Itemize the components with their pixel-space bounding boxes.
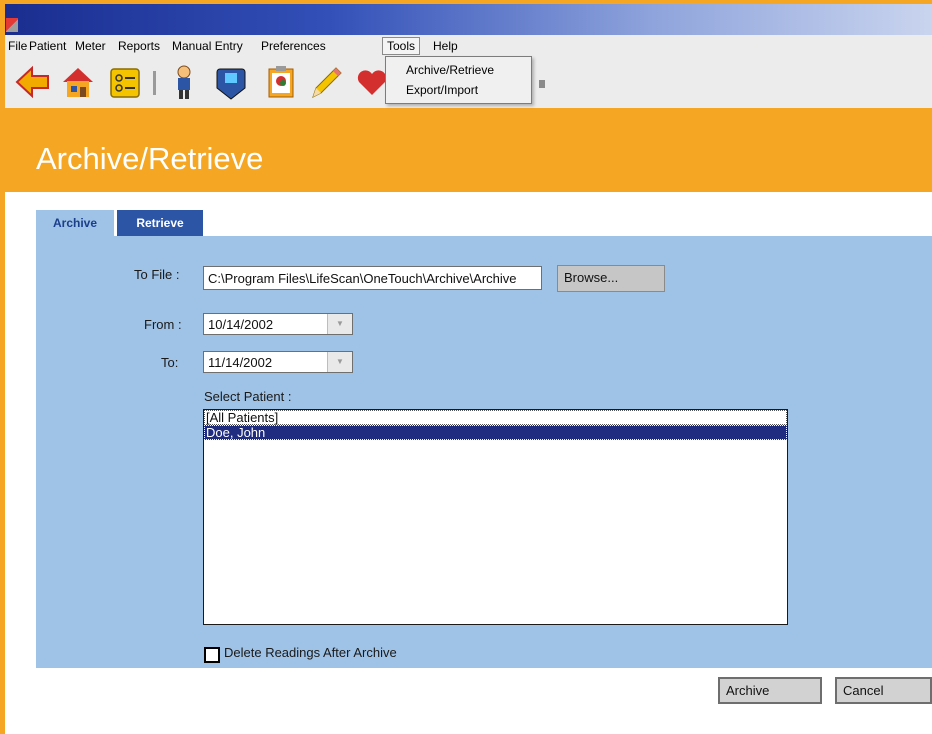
chevron-down-icon[interactable]: ▼ (327, 352, 352, 372)
pencil-icon[interactable] (307, 63, 345, 101)
to-file-input[interactable]: C:\Program Files\LifeScan\OneTouch\Archi… (203, 266, 542, 290)
archive-button[interactable]: Archive (718, 677, 822, 704)
toolbar-separator (153, 71, 156, 95)
delete-readings-label: Delete Readings After Archive (224, 645, 397, 660)
menu-meter[interactable]: Meter (75, 39, 106, 53)
menu-reports[interactable]: Reports (118, 39, 160, 53)
delete-readings-checkbox[interactable] (204, 647, 220, 663)
menu-file[interactable]: File (8, 39, 27, 53)
from-date-combo[interactable]: 10/14/2002 ▼ (203, 313, 353, 335)
logbook-icon[interactable] (262, 63, 300, 101)
menu-manual-entry[interactable]: Manual Entry (172, 39, 243, 53)
back-arrow-icon[interactable] (14, 63, 52, 101)
menu-bar: File Patient Meter Reports Manual Entry … (5, 35, 932, 58)
to-label: To: (161, 355, 179, 370)
tab-archive[interactable]: Archive (36, 210, 114, 236)
tools-dropdown-menu: Archive/Retrieve Export/Import (385, 56, 532, 104)
select-patient-label: Select Patient : (204, 389, 292, 404)
cancel-button[interactable]: Cancel (835, 677, 932, 704)
chevron-down-icon[interactable]: ▼ (327, 314, 352, 334)
menu-patient[interactable]: Patient (29, 39, 66, 53)
page-header: Archive/Retrieve (5, 108, 932, 192)
archive-panel: To File : C:\Program Files\LifeScan\OneT… (36, 236, 932, 668)
list-item-doe-john[interactable]: Doe, John (204, 425, 787, 440)
home-icon[interactable] (59, 63, 97, 101)
browse-button[interactable]: Browse... (557, 265, 665, 292)
records-icon[interactable] (106, 63, 144, 101)
app-icon (6, 18, 18, 32)
title-bar (5, 4, 932, 35)
menu-help[interactable]: Help (433, 39, 458, 53)
menu-item-archive-retrieve[interactable]: Archive/Retrieve (406, 63, 494, 77)
from-label: From : (144, 317, 182, 332)
page-title: Archive/Retrieve (36, 141, 264, 176)
to-date-combo[interactable]: 11/14/2002 ▼ (203, 351, 353, 373)
to-date-value: 11/14/2002 (208, 355, 273, 370)
to-file-label: To File : (134, 267, 180, 282)
tab-retrieve[interactable]: Retrieve (117, 210, 203, 236)
patient-icon[interactable] (165, 63, 203, 101)
from-date-value: 10/14/2002 (208, 317, 274, 332)
menu-item-export-import[interactable]: Export/Import (406, 83, 478, 97)
patient-listbox[interactable]: [All Patients] Doe, John (203, 409, 788, 625)
menu-tools[interactable]: Tools (382, 37, 421, 55)
toolbar-separator (539, 80, 545, 88)
list-item-all-patients[interactable]: [All Patients] (204, 410, 787, 425)
meter-icon[interactable] (212, 63, 250, 101)
menu-preferences[interactable]: Preferences (261, 39, 326, 53)
